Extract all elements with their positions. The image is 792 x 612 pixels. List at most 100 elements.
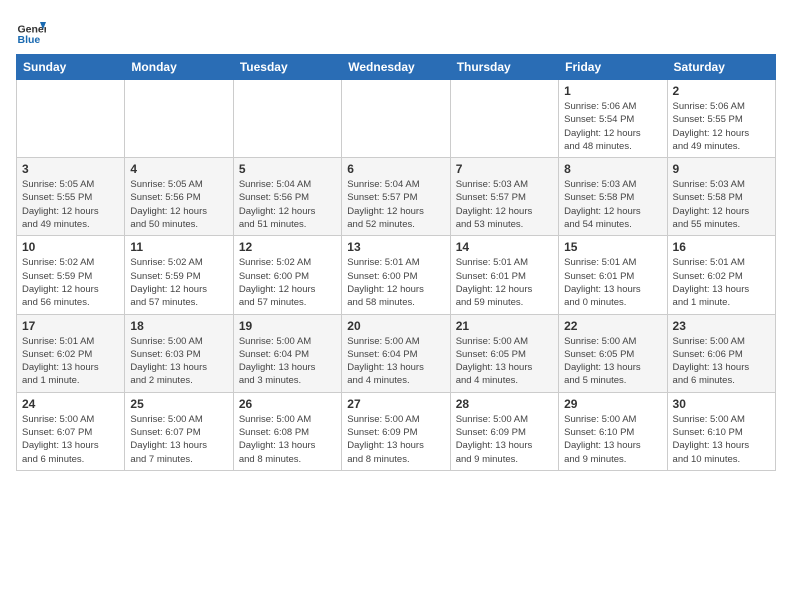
day-info: Sunrise: 5:02 AM Sunset: 5:59 PM Dayligh… xyxy=(130,256,227,309)
day-info: Sunrise: 5:00 AM Sunset: 6:04 PM Dayligh… xyxy=(347,335,444,388)
day-number: 11 xyxy=(130,240,227,254)
weekday-header-saturday: Saturday xyxy=(667,55,775,80)
week-row-5: 24 Sunrise: 5:00 AM Sunset: 6:07 PM Dayli… xyxy=(17,392,776,470)
calendar-cell: 21Sunrise: 5:00 AM Sunset: 6:05 PM Dayli… xyxy=(450,314,558,392)
day-info: Sunrise: 5:00 AM Sunset: 6:05 PM Dayligh… xyxy=(564,335,661,388)
weekday-header-wednesday: Wednesday xyxy=(342,55,450,80)
calendar-cell: 2 Sunrise: 5:06 AM Sunset: 5:55 PM Daylig… xyxy=(667,80,775,158)
day-number: 23 xyxy=(673,319,770,333)
day-number: 3 xyxy=(22,162,119,176)
day-number: 13 xyxy=(347,240,444,254)
calendar-cell: 25 Sunrise: 5:00 AM Sunset: 6:07 PM Dayli… xyxy=(125,392,233,470)
calendar-cell: 24Sunrise: 5:00 AM Sunset: 6:07 PM Dayli… xyxy=(17,392,125,470)
day-info: Sunrise: 5:03 AM Sunset: 5:57 PM Dayligh… xyxy=(456,178,553,231)
calendar-cell: 1 Sunrise: 5:06 AM Sunset: 5:54 PM Daylig… xyxy=(559,80,667,158)
day-info: Sunrise: 5:05 AM Sunset: 5:55 PM Dayligh… xyxy=(22,178,119,231)
calendar-cell: 30Sunrise: 5:00 AM Sunset: 6:10 PM Dayli… xyxy=(667,392,775,470)
calendar-cell: 13 Sunrise: 5:01 AM Sunset: 6:00 PM Dayli… xyxy=(342,236,450,314)
weekday-header-thursday: Thursday xyxy=(450,55,558,80)
day-number: 5 xyxy=(239,162,336,176)
day-number: 20 xyxy=(347,319,444,333)
day-number: 25 xyxy=(130,397,227,411)
day-info: Sunrise: 5:01 AM Sunset: 6:00 PM Dayligh… xyxy=(347,256,444,309)
day-number: 17 xyxy=(22,319,119,333)
day-info: Sunrise: 5:02 AM Sunset: 5:59 PM Dayligh… xyxy=(22,256,119,309)
calendar: SundayMondayTuesdayWednesdayThursdayFrid… xyxy=(16,54,776,471)
day-number: 22 xyxy=(564,319,661,333)
weekday-header-row: SundayMondayTuesdayWednesdayThursdayFrid… xyxy=(17,55,776,80)
day-info: Sunrise: 5:01 AM Sunset: 6:01 PM Dayligh… xyxy=(456,256,553,309)
day-info: Sunrise: 5:00 AM Sunset: 6:10 PM Dayligh… xyxy=(564,413,661,466)
day-info: Sunrise: 5:00 AM Sunset: 6:06 PM Dayligh… xyxy=(673,335,770,388)
calendar-cell: 16 Sunrise: 5:01 AM Sunset: 6:02 PM Dayli… xyxy=(667,236,775,314)
day-info: Sunrise: 5:00 AM Sunset: 6:07 PM Dayligh… xyxy=(130,413,227,466)
calendar-cell xyxy=(450,80,558,158)
day-info: Sunrise: 5:01 AM Sunset: 6:01 PM Dayligh… xyxy=(564,256,661,309)
calendar-cell: 19 Sunrise: 5:00 AM Sunset: 6:04 PM Dayli… xyxy=(233,314,341,392)
day-number: 6 xyxy=(347,162,444,176)
weekday-header-tuesday: Tuesday xyxy=(233,55,341,80)
calendar-cell: 4Sunrise: 5:05 AM Sunset: 5:56 PM Daylig… xyxy=(125,158,233,236)
calendar-cell: 26 Sunrise: 5:00 AM Sunset: 6:08 PM Dayli… xyxy=(233,392,341,470)
day-number: 28 xyxy=(456,397,553,411)
calendar-cell: 9 Sunrise: 5:03 AM Sunset: 5:58 PM Daylig… xyxy=(667,158,775,236)
day-info: Sunrise: 5:00 AM Sunset: 6:10 PM Dayligh… xyxy=(673,413,770,466)
day-number: 26 xyxy=(239,397,336,411)
day-number: 18 xyxy=(130,319,227,333)
day-number: 4 xyxy=(130,162,227,176)
weekday-header-monday: Monday xyxy=(125,55,233,80)
day-number: 29 xyxy=(564,397,661,411)
day-number: 19 xyxy=(239,319,336,333)
day-number: 16 xyxy=(673,240,770,254)
calendar-cell xyxy=(17,80,125,158)
day-number: 9 xyxy=(673,162,770,176)
calendar-cell: 3 Sunrise: 5:05 AM Sunset: 5:55 PM Daylig… xyxy=(17,158,125,236)
calendar-cell: 28 Sunrise: 5:00 AM Sunset: 6:09 PM Dayli… xyxy=(450,392,558,470)
day-number: 24 xyxy=(22,397,119,411)
day-number: 1 xyxy=(564,84,661,98)
day-number: 2 xyxy=(673,84,770,98)
calendar-cell: 23 Sunrise: 5:00 AM Sunset: 6:06 PM Dayli… xyxy=(667,314,775,392)
weekday-header-friday: Friday xyxy=(559,55,667,80)
calendar-cell xyxy=(233,80,341,158)
calendar-cell: 11 Sunrise: 5:02 AM Sunset: 5:59 PM Dayli… xyxy=(125,236,233,314)
week-row-4: 17 Sunrise: 5:01 AM Sunset: 6:02 PM Dayli… xyxy=(17,314,776,392)
day-info: Sunrise: 5:01 AM Sunset: 6:02 PM Dayligh… xyxy=(673,256,770,309)
day-info: Sunrise: 5:04 AM Sunset: 5:56 PM Dayligh… xyxy=(239,178,336,231)
day-number: 8 xyxy=(564,162,661,176)
day-info: Sunrise: 5:06 AM Sunset: 5:54 PM Dayligh… xyxy=(564,100,661,153)
calendar-cell: 20 Sunrise: 5:00 AM Sunset: 6:04 PM Dayli… xyxy=(342,314,450,392)
week-row-2: 3 Sunrise: 5:05 AM Sunset: 5:55 PM Daylig… xyxy=(17,158,776,236)
calendar-cell: 15 Sunrise: 5:01 AM Sunset: 6:01 PM Dayli… xyxy=(559,236,667,314)
day-number: 21 xyxy=(456,319,553,333)
day-info: Sunrise: 5:00 AM Sunset: 6:09 PM Dayligh… xyxy=(456,413,553,466)
logo-icon: General Blue xyxy=(16,16,46,46)
day-number: 15 xyxy=(564,240,661,254)
day-info: Sunrise: 5:03 AM Sunset: 5:58 PM Dayligh… xyxy=(564,178,661,231)
calendar-cell: 7 Sunrise: 5:03 AM Sunset: 5:57 PM Daylig… xyxy=(450,158,558,236)
day-info: Sunrise: 5:00 AM Sunset: 6:04 PM Dayligh… xyxy=(239,335,336,388)
calendar-cell: 8 Sunrise: 5:03 AM Sunset: 5:58 PM Daylig… xyxy=(559,158,667,236)
calendar-cell xyxy=(125,80,233,158)
day-number: 7 xyxy=(456,162,553,176)
day-number: 27 xyxy=(347,397,444,411)
day-info: Sunrise: 5:04 AM Sunset: 5:57 PM Dayligh… xyxy=(347,178,444,231)
svg-text:Blue: Blue xyxy=(18,34,41,46)
day-number: 14 xyxy=(456,240,553,254)
calendar-cell: 12Sunrise: 5:02 AM Sunset: 6:00 PM Dayli… xyxy=(233,236,341,314)
page-header: General Blue xyxy=(16,16,776,46)
day-info: Sunrise: 5:06 AM Sunset: 5:55 PM Dayligh… xyxy=(673,100,770,153)
calendar-cell: 17 Sunrise: 5:01 AM Sunset: 6:02 PM Dayli… xyxy=(17,314,125,392)
logo: General Blue xyxy=(16,16,50,46)
day-info: Sunrise: 5:01 AM Sunset: 6:02 PM Dayligh… xyxy=(22,335,119,388)
day-info: Sunrise: 5:03 AM Sunset: 5:58 PM Dayligh… xyxy=(673,178,770,231)
week-row-3: 10Sunrise: 5:02 AM Sunset: 5:59 PM Dayli… xyxy=(17,236,776,314)
calendar-cell: 27Sunrise: 5:00 AM Sunset: 6:09 PM Dayli… xyxy=(342,392,450,470)
calendar-cell: 18 Sunrise: 5:00 AM Sunset: 6:03 PM Dayli… xyxy=(125,314,233,392)
day-info: Sunrise: 5:00 AM Sunset: 6:03 PM Dayligh… xyxy=(130,335,227,388)
calendar-cell: 10Sunrise: 5:02 AM Sunset: 5:59 PM Dayli… xyxy=(17,236,125,314)
day-info: Sunrise: 5:00 AM Sunset: 6:08 PM Dayligh… xyxy=(239,413,336,466)
day-info: Sunrise: 5:02 AM Sunset: 6:00 PM Dayligh… xyxy=(239,256,336,309)
weekday-header-sunday: Sunday xyxy=(17,55,125,80)
calendar-cell: 14 Sunrise: 5:01 AM Sunset: 6:01 PM Dayli… xyxy=(450,236,558,314)
